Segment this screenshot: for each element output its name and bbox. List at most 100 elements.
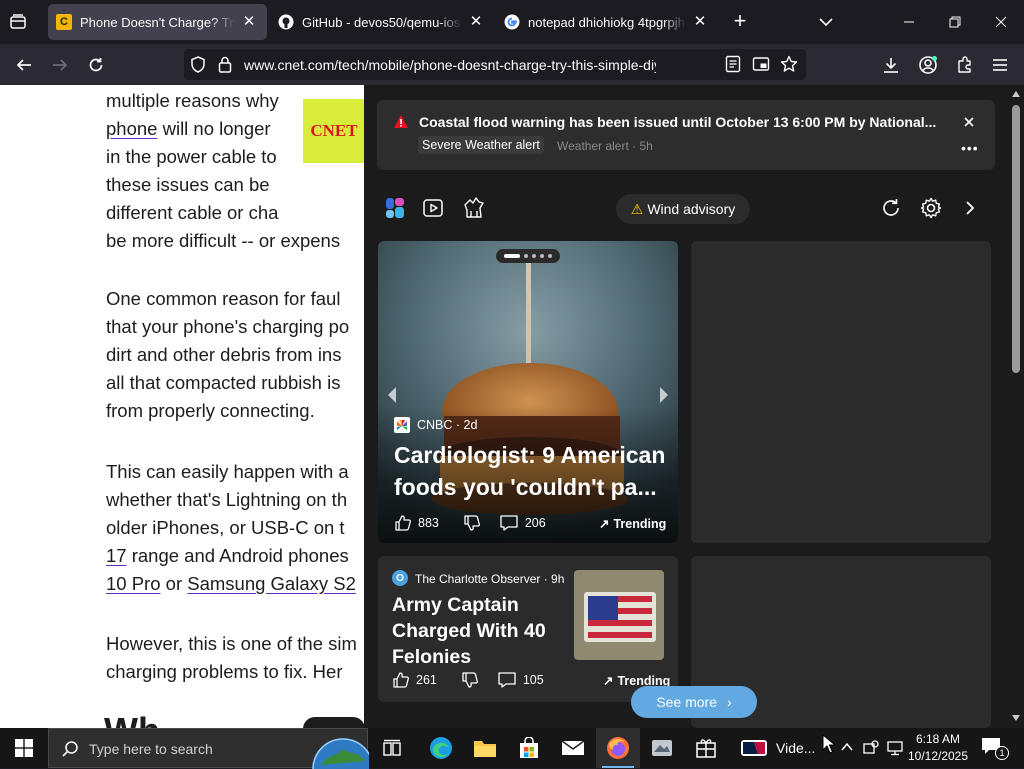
taskbar-store[interactable] — [507, 728, 551, 768]
extensions-button[interactable] — [950, 50, 980, 80]
comment-icon[interactable] — [497, 671, 517, 689]
puzzle-extension-icon — [958, 56, 971, 73]
notification-count-badge: 1 — [995, 746, 1009, 760]
tab-github[interactable]: GitHub - devos50/qemu-ios: A ✕ — [270, 4, 494, 40]
reload-button[interactable] — [81, 50, 111, 80]
start-button[interactable] — [2, 728, 46, 768]
see-more-button[interactable]: See more › — [631, 686, 757, 718]
scroll-up-icon[interactable] — [1012, 91, 1020, 97]
back-button[interactable] — [9, 50, 39, 80]
taskbar-firefox[interactable] — [596, 728, 640, 768]
like-count: 261 — [416, 673, 437, 687]
taskbar-search-box[interactable]: Type here to search — [48, 728, 369, 769]
thumbs-up-icon[interactable] — [392, 671, 410, 689]
iphone-17-link[interactable]: 17 — [106, 545, 127, 566]
tray-app-icon[interactable] — [863, 740, 879, 761]
close-tab-icon[interactable]: ✕ — [241, 14, 257, 30]
cnbc-logo-icon — [394, 417, 410, 433]
carousel-prev-icon[interactable] — [384, 383, 400, 407]
alert-severity-tag: Severe Weather alert — [418, 136, 544, 154]
thumbs-up-icon[interactable] — [394, 514, 412, 532]
cnet-logo[interactable]: CNET — [303, 99, 365, 163]
paragraph-line: older iPhones, or USB-C on t — [106, 517, 345, 538]
download-icon — [884, 58, 898, 73]
taskbar-calculator[interactable] — [684, 728, 728, 768]
tab-notepad-search[interactable]: notepad dhiohiokg 4tpgrpjhgrg ✕ — [496, 4, 718, 40]
task-view-icon — [383, 739, 401, 756]
comment-icon[interactable] — [499, 514, 519, 532]
paragraph-line: This can easily happen with a — [106, 461, 349, 482]
bookmark-star-icon[interactable] — [780, 55, 798, 78]
minimize-button[interactable] — [886, 0, 932, 44]
tracking-shield-icon[interactable] — [190, 56, 206, 78]
media-player-icon — [652, 740, 672, 756]
dismiss-alert-icon[interactable] — [961, 114, 977, 130]
tab-cnet-article[interactable]: C Phone Doesn't Charge? Try This ✕ — [48, 4, 267, 40]
news-card-army-captain[interactable]: O The Charlotte Observer · 9h Army Capta… — [378, 556, 678, 702]
comment-count: 105 — [522, 673, 544, 687]
close-window-button[interactable] — [978, 0, 1024, 44]
video-tab-icon[interactable] — [422, 197, 444, 224]
lock-icon[interactable] — [218, 56, 232, 78]
scroll-down-icon[interactable] — [1012, 715, 1020, 721]
list-all-tabs-icon — [10, 14, 26, 29]
system-clock[interactable]: 6:18 AM 10/12/2025 — [900, 731, 976, 765]
google-favicon-icon — [504, 14, 520, 30]
pixel-10-pro-link[interactable]: 10 Pro — [106, 573, 161, 594]
paragraph-line-rest: range and Android phones — [126, 545, 349, 566]
clock-date: 10/12/2025 — [907, 749, 969, 763]
widgets-scrollbar[interactable] — [1008, 85, 1024, 728]
warning-triangle-icon: ⚠ — [630, 200, 644, 217]
downloads-button[interactable] — [876, 50, 906, 80]
alert-more-options-icon[interactable]: ••• — [961, 140, 979, 156]
chat-widget-peek[interactable] — [303, 717, 365, 728]
weather-alert-banner[interactable]: Coastal flood warning has been issued un… — [377, 100, 995, 170]
taskbar-file-explorer[interactable] — [463, 728, 507, 768]
close-tab-icon[interactable]: ✕ — [692, 14, 708, 30]
restore-button[interactable] — [932, 0, 978, 44]
hero-news-card[interactable]: CNBC · 2d Cardiologist: 9 American foods… — [378, 241, 678, 543]
paragraph-line: charging problems to fix. Her — [106, 661, 343, 682]
widgets-app-icon[interactable] — [384, 196, 406, 225]
paragraph-line-rest: or — [160, 573, 188, 594]
taskbar-edge[interactable] — [419, 728, 463, 768]
scrollbar-thumb[interactable] — [1012, 105, 1020, 373]
app-menu-button[interactable] — [985, 50, 1015, 80]
github-favicon-icon — [278, 14, 294, 30]
paragraph-line: whether that's Lightning on th — [106, 489, 348, 510]
phone-link[interactable]: phone — [106, 118, 157, 139]
taskbar-video-app[interactable]: Vide... — [740, 728, 822, 768]
wind-advisory-chip[interactable]: ⚠ Wind advisory — [616, 194, 750, 224]
paragraph-line-rest: will no longer — [157, 118, 271, 139]
task-view-button[interactable] — [370, 728, 414, 768]
refresh-feed-icon[interactable] — [880, 197, 902, 224]
taskbar-mail[interactable] — [551, 728, 595, 768]
settings-gear-icon[interactable] — [919, 196, 943, 225]
close-tab-icon[interactable]: ✕ — [468, 14, 484, 30]
chevron-right-icon: › — [727, 694, 732, 710]
paragraph-line: all that compacted rubbish is — [106, 372, 341, 393]
new-tab-button[interactable]: + — [728, 10, 752, 34]
reader-view-icon[interactable] — [725, 55, 741, 78]
samsung-galaxy-link[interactable]: Samsung Galaxy S2 — [187, 573, 356, 594]
reload-icon — [89, 58, 103, 72]
open-msn-chevron-icon[interactable] — [962, 197, 978, 224]
news-source: The Charlotte Observer · 9h — [415, 572, 565, 586]
thumbs-down-icon[interactable] — [461, 671, 479, 689]
tab-overview-button[interactable] — [8, 12, 32, 34]
address-bar[interactable]: www.cnet.com/tech/mobile/phone-doesnt-ch… — [184, 49, 806, 80]
account-button[interactable] — [913, 50, 943, 80]
see-more-label: See more — [656, 694, 718, 710]
headline-line: Felonies — [392, 646, 472, 668]
carousel-next-icon[interactable] — [656, 383, 672, 407]
taskbar-media-app[interactable] — [640, 728, 684, 768]
picture-in-picture-icon[interactable] — [752, 55, 770, 78]
tab-list-chevron-icon[interactable] — [816, 12, 836, 32]
thumbs-down-icon[interactable] — [463, 514, 481, 532]
headline-line: foods you 'couldn't pa... — [394, 474, 657, 500]
action-center-button[interactable]: 1 — [980, 736, 1009, 762]
games-tab-icon[interactable] — [463, 196, 485, 225]
forward-button[interactable] — [45, 50, 75, 80]
show-hidden-icons-chevron-icon[interactable] — [840, 740, 854, 759]
mail-envelope-icon — [561, 740, 585, 755]
